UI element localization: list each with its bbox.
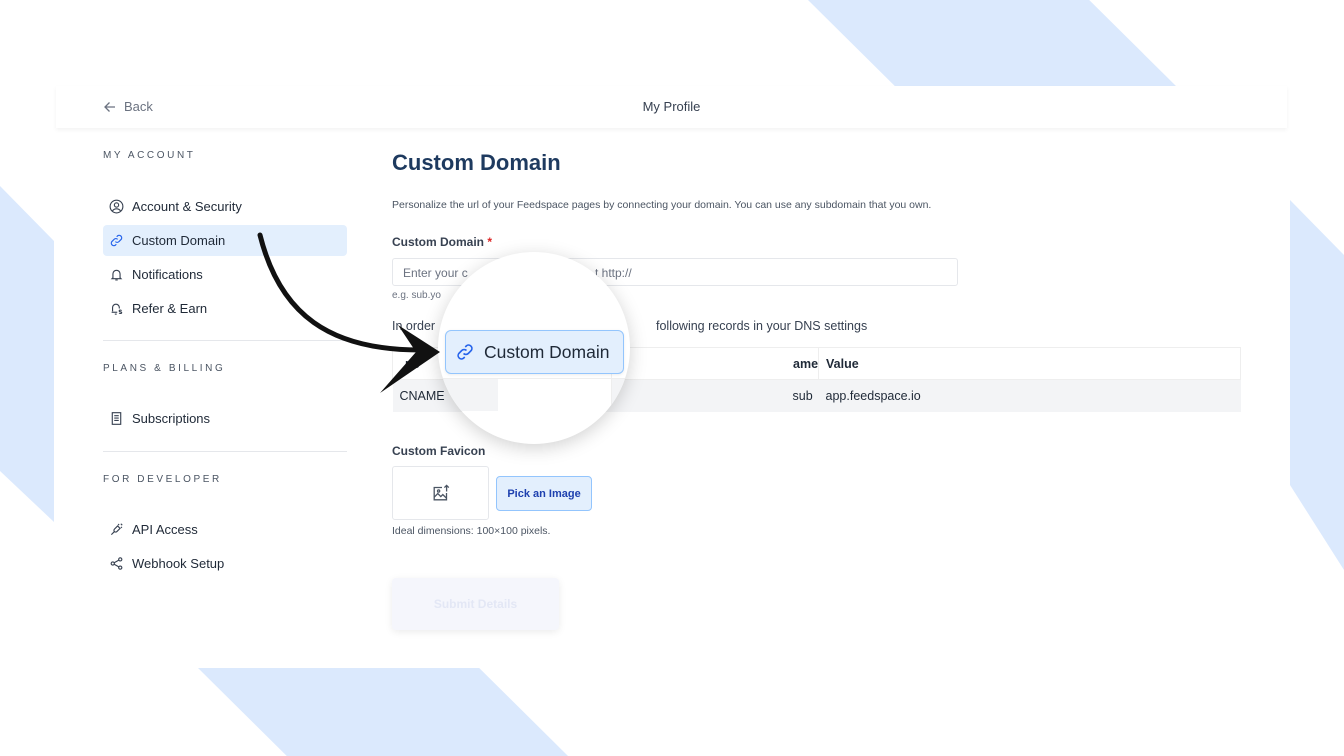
sidebar-item-label: Webhook Setup: [132, 556, 225, 571]
share-nodes-icon: [110, 557, 123, 570]
bell-icon: [110, 269, 123, 281]
column-header-value: Value: [818, 347, 1241, 380]
sidebar-item-label: Custom Domain: [132, 233, 226, 248]
user-circle-icon: [109, 199, 124, 214]
cell-value: app.feedspace.io: [818, 379, 1241, 412]
favicon-preview[interactable]: [392, 466, 489, 520]
sidebar-item-webhook-setup[interactable]: Webhook Setup: [103, 548, 347, 579]
sidebar-item-label: API Access: [132, 522, 198, 537]
submit-details-button[interactable]: Submit Details: [392, 578, 559, 630]
magnified-table-cell: [612, 379, 630, 411]
cell-name-text: sub: [792, 388, 813, 403]
top-bar: Back My Profile: [56, 86, 1287, 128]
curved-arrow-icon: [257, 232, 440, 393]
sidebar-item-label: Refer & Earn: [132, 301, 208, 316]
link-icon: [457, 344, 473, 360]
sidebar-item-account-security[interactable]: Account & Security: [103, 191, 347, 222]
plug-icon: [110, 523, 123, 536]
bell-dollar-icon: [111, 303, 123, 315]
sidebar-item-label: Subscriptions: [132, 411, 211, 426]
section-title: Custom Domain: [392, 150, 561, 175]
section-label-for-developer: FOR DEVELOPER: [103, 474, 222, 485]
magnified-label: Custom Domain: [484, 341, 610, 362]
required-mark: *: [487, 235, 493, 249]
link-icon: [110, 234, 123, 247]
section-label-my-account: MY ACCOUNT: [103, 150, 196, 161]
image-upload-icon: [433, 484, 449, 501]
dns-instructions-end: following records in your DNS settings: [656, 319, 868, 333]
receipt-icon: [111, 412, 122, 425]
sidebar-item-api-access[interactable]: API Access: [103, 514, 347, 545]
favicon-dimensions-hint: Ideal dimensions: 100×100 pixels.: [392, 525, 551, 537]
page-title: My Profile: [642, 99, 701, 114]
sidebar-item-label: Account & Security: [132, 199, 242, 214]
sidebar-item-label: Notifications: [132, 267, 203, 282]
magnified-custom-domain-item: Custom Domain: [445, 330, 624, 374]
sidebar-item-subscriptions[interactable]: Subscriptions: [103, 403, 347, 434]
section-description: Personalize the url of your Feedspace pa…: [392, 199, 932, 211]
background-shape-right: [1290, 200, 1344, 570]
main-content: Custom Domain Personalize the url of you…: [392, 150, 1242, 630]
background-shape-left: [0, 186, 54, 522]
custom-favicon-label: Custom Favicon: [392, 444, 486, 458]
pick-image-button[interactable]: Pick an Image: [496, 476, 592, 511]
column-header-name-text: ame: [793, 356, 819, 371]
background-shape-top: [808, 0, 1178, 88]
background-shape-bottom: [198, 668, 568, 756]
